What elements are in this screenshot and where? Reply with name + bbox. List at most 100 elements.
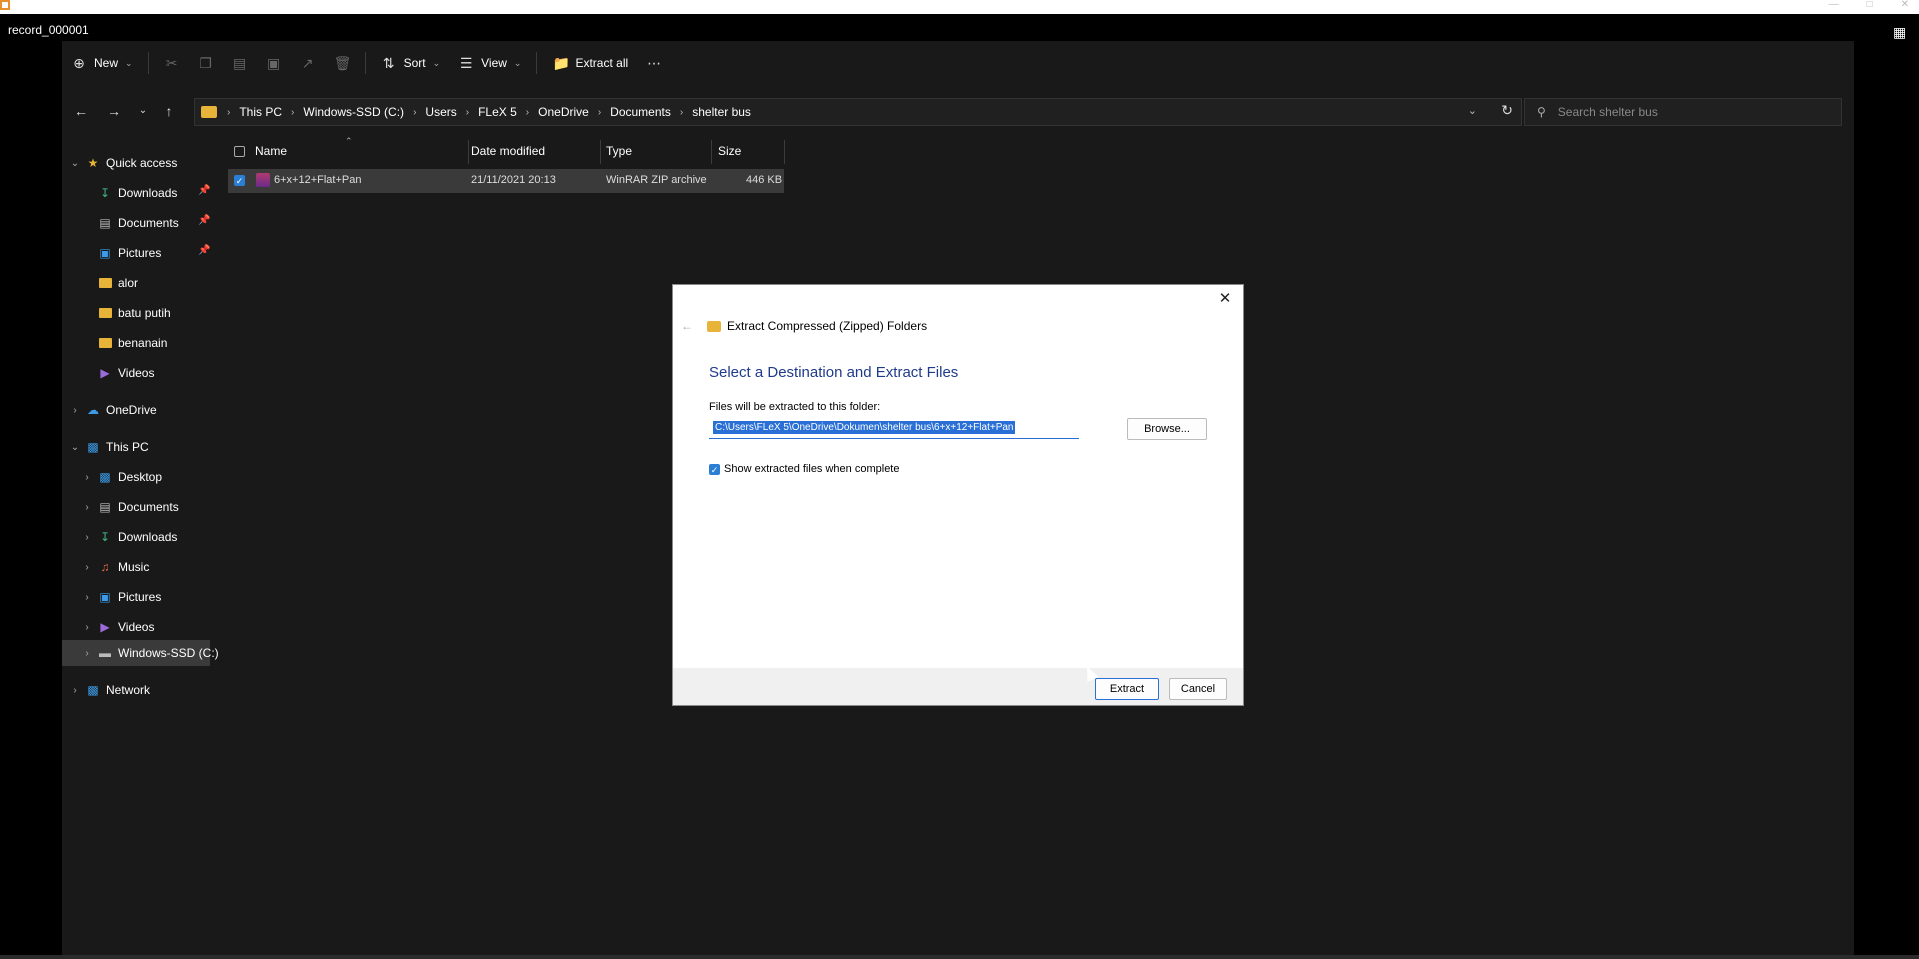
up-button[interactable]: ↑ — [158, 100, 180, 122]
select-all-checkbox[interactable] — [234, 146, 245, 157]
destination-path-input[interactable]: C:\Users\FLeX 5\OneDrive\Dokumen\shelter… — [709, 419, 1079, 439]
forward-button[interactable]: → — [103, 100, 125, 122]
more-options-button[interactable]: ⋯ — [637, 48, 671, 78]
sidebar-item-onedrive[interactable]: › ☁ OneDrive — [68, 397, 156, 423]
sidebar-item-music[interactable]: › ♫ Music — [80, 554, 149, 580]
breadcrumb-documents[interactable]: Documents — [610, 105, 671, 119]
arrow-right-icon: → — [107, 103, 121, 119]
destination-path-text: C:\Users\FLeX 5\OneDrive\Dokumen\shelter… — [713, 421, 1016, 434]
chevron-right-icon: › — [85, 501, 89, 513]
breadcrumb-flex5[interactable]: FLeX 5 — [478, 105, 517, 119]
extract-button[interactable]: Extract — [1095, 678, 1159, 700]
sidebar-item-pc-documents[interactable]: › ▤ Documents — [80, 494, 178, 520]
row-checkbox[interactable]: ✓ — [234, 175, 245, 186]
close-icon[interactable]: ✕ — [1215, 289, 1235, 309]
sidebar-item-pc-videos[interactable]: › ▶ Videos — [80, 614, 154, 640]
back-arrow-icon[interactable]: ← — [681, 319, 693, 333]
paste-button[interactable]: ▤ — [223, 48, 257, 78]
sidebar-item-documents[interactable]: ▤ Documents — [98, 210, 178, 236]
sort-ascending-icon: ⌃ — [345, 136, 353, 146]
window-controls: — □ ✕ — [1829, 0, 1909, 14]
breadcrumb-shelter-bus[interactable]: shelter bus — [692, 105, 751, 119]
chevron-right-icon: › — [73, 404, 77, 416]
sidebar-item-network[interactable]: › ▩ Network — [68, 677, 150, 703]
extract-all-button[interactable]: 📁 Extract all — [543, 48, 637, 78]
sidebar-item-batu-putih[interactable]: batu putih — [98, 300, 171, 326]
sidebar-item-desktop[interactable]: › ▩ Desktop — [80, 464, 162, 490]
file-type: WinRAR ZIP archive — [606, 174, 707, 186]
column-divider[interactable] — [784, 140, 785, 164]
search-input[interactable] — [1555, 104, 1820, 120]
column-divider[interactable] — [711, 140, 712, 164]
sort-button[interactable]: ⇅ Sort ⌄ — [372, 48, 450, 78]
browse-button[interactable]: Browse... — [1127, 418, 1207, 440]
download-arrow-icon: ↧ — [99, 530, 111, 544]
file-list-header: Name ⌃ Date modified Type Size — [228, 136, 788, 164]
copy-button[interactable]: ❐ — [189, 48, 223, 78]
delete-button[interactable]: 🗑 — [325, 48, 359, 78]
pin-icon[interactable]: 📌 — [198, 185, 210, 196]
sidebar-item-windows-ssd[interactable]: › ▬ Windows-SSD (C:) — [80, 640, 218, 666]
zip-folder-icon — [707, 320, 721, 332]
show-files-option[interactable]: ✓ Show extracted files when complete — [709, 463, 899, 475]
desktop-icon: ▩ — [99, 470, 111, 484]
file-date-modified: 21/11/2021 20:13 — [471, 174, 556, 186]
rename-icon: ▣ — [266, 54, 281, 71]
maximize-icon[interactable]: □ — [1867, 0, 1873, 14]
list-view-icon: ☰ — [459, 54, 473, 71]
sidebar-item-downloads[interactable]: ↧ Downloads — [98, 180, 177, 206]
breadcrumb-separator-icon: › — [465, 106, 470, 118]
folder-icon — [98, 336, 112, 350]
sidebar-item-pictures[interactable]: ▣ Pictures — [98, 240, 161, 266]
dialog-title-bar: Extract Compressed (Zipped) Folders — [707, 319, 927, 333]
cancel-button[interactable]: Cancel — [1169, 678, 1227, 700]
dialog-title: Extract Compressed (Zipped) Folders — [727, 319, 928, 333]
breadcrumb-users[interactable]: Users — [425, 105, 456, 119]
sidebar-item-pc-downloads[interactable]: › ↧ Downloads — [80, 524, 177, 550]
more-dots-icon: ⋯ — [647, 54, 662, 71]
column-header-name[interactable]: Name — [255, 144, 287, 158]
sidebar-item-benanain[interactable]: benanain — [98, 330, 167, 356]
cut-button[interactable]: ✂ — [155, 48, 189, 78]
back-button[interactable]: ← — [70, 100, 92, 122]
pin-icon[interactable]: 📌 — [198, 245, 210, 256]
sidebar-item-alor[interactable]: alor — [98, 270, 138, 296]
column-divider[interactable] — [468, 140, 469, 164]
address-bar[interactable]: › This PC › Windows-SSD (C:) › Users › F… — [194, 98, 1522, 126]
column-divider[interactable] — [600, 140, 601, 164]
refresh-icon[interactable]: ↻ — [1501, 102, 1513, 119]
recorder-app-icon — [0, 0, 10, 10]
sidebar-item-this-pc[interactable]: ⌄ ▩ This PC — [68, 434, 149, 460]
grid-icon[interactable]: ▦ — [1893, 24, 1909, 40]
minimize-icon[interactable]: — — [1829, 0, 1839, 14]
sidebar-item-videos[interactable]: ▶ Videos — [98, 360, 154, 386]
new-button[interactable]: ⊕ New ⌄ — [62, 48, 142, 78]
share-button[interactable]: ↗ — [291, 48, 325, 78]
sidebar-item-pc-pictures[interactable]: › ▣ Pictures — [80, 584, 161, 610]
monitor-icon: ▩ — [87, 440, 99, 454]
rename-button[interactable]: ▣ — [257, 48, 291, 78]
column-header-size[interactable]: Size — [718, 144, 741, 158]
column-header-type[interactable]: Type — [606, 144, 632, 158]
star-icon: ★ — [87, 156, 99, 170]
close-window-icon[interactable]: ✕ — [1901, 0, 1909, 14]
column-header-date-modified[interactable]: Date modified — [471, 144, 545, 158]
breadcrumb-separator-icon: › — [413, 106, 417, 118]
view-button[interactable]: ☰ View ⌄ — [449, 48, 530, 78]
pin-icon[interactable]: 📌 — [198, 215, 210, 226]
cloud-icon: ☁ — [87, 403, 99, 417]
table-row[interactable]: ✓ 6+x+12+Flat+Pan 21/11/2021 20:13 WinRA… — [228, 169, 784, 193]
sidebar-item-quick-access[interactable]: ⌄ ★ Quick access — [68, 150, 178, 176]
chevron-right-icon: › — [85, 471, 89, 483]
breadcrumb-this-pc[interactable]: This PC — [239, 105, 282, 119]
recent-locations-button[interactable]: ⌄ — [132, 100, 154, 122]
file-name: 6+x+12+Flat+Pan — [274, 174, 362, 186]
recording-title: record_000001 — [8, 23, 89, 37]
address-history-chevron-icon[interactable]: ⌄ — [1468, 104, 1477, 117]
search-box[interactable]: ⚲ — [1524, 98, 1842, 126]
breadcrumb-onedrive[interactable]: OneDrive — [538, 105, 589, 119]
sidebar-item-label: Downloads — [118, 186, 178, 200]
toolbar-divider — [536, 52, 538, 74]
show-files-checkbox[interactable]: ✓ — [709, 463, 720, 475]
breadcrumb-windows-ssd[interactable]: Windows-SSD (C:) — [303, 105, 404, 119]
